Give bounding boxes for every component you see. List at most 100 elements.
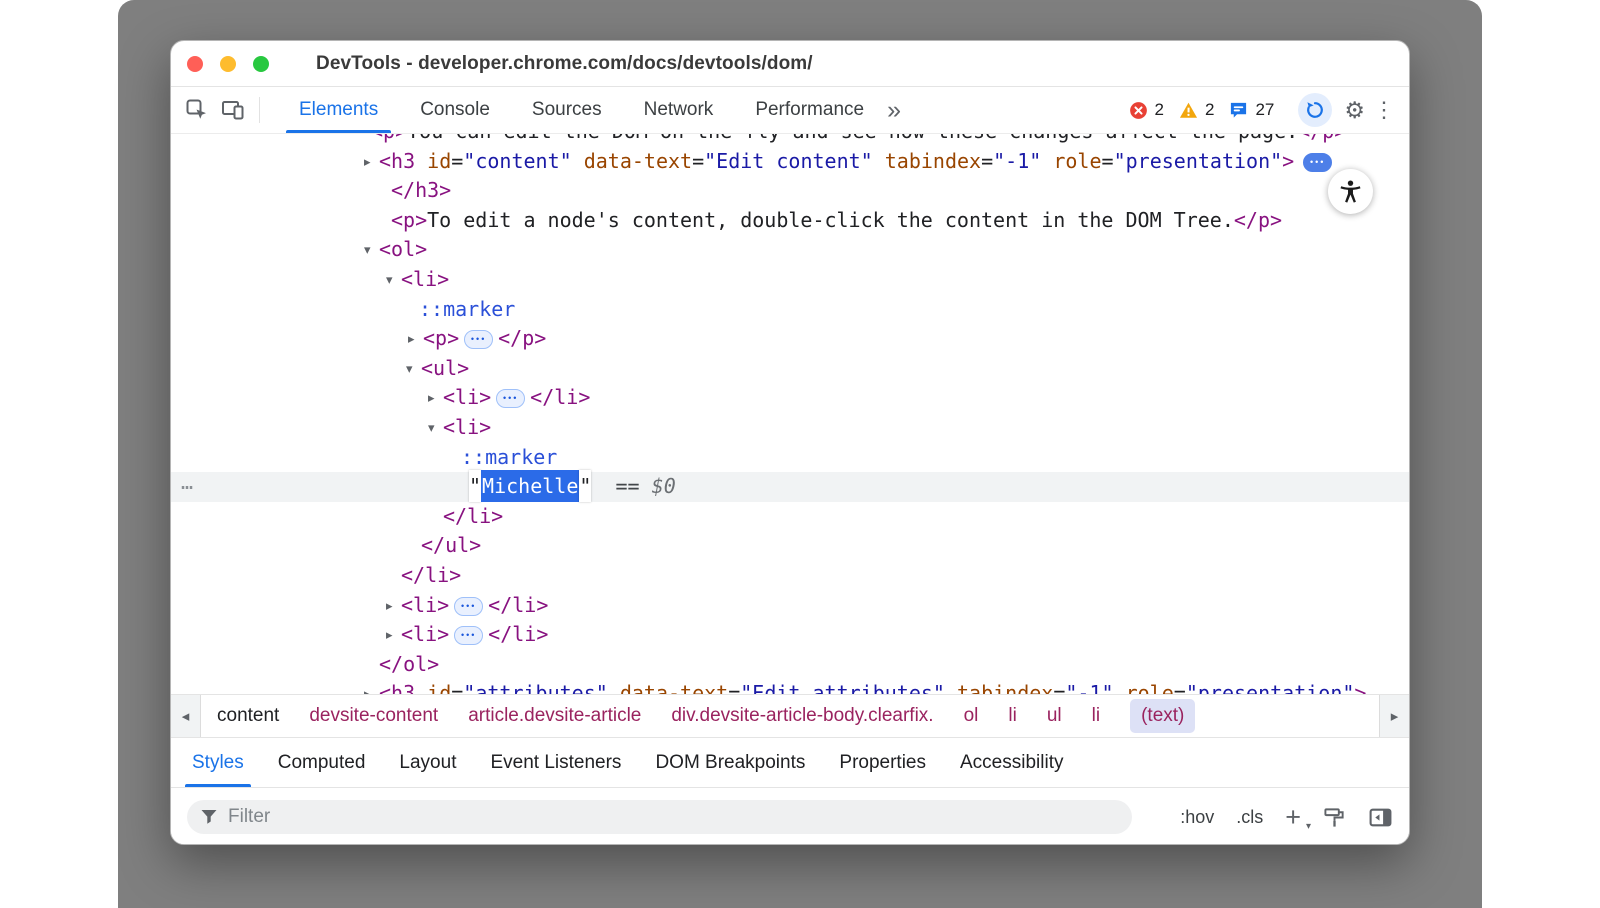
- filter-funnel-icon: [199, 807, 219, 827]
- dom-row-4[interactable]: ▾<ol>: [171, 235, 1409, 265]
- breadcrumb-scroll-right-button[interactable]: ▸: [1379, 695, 1409, 737]
- dom-row-15[interactable]: </li>: [171, 561, 1409, 591]
- tab-network[interactable]: Network: [623, 87, 735, 133]
- crumb-ul[interactable]: ul: [1047, 705, 1062, 727]
- tree-expand-arrow-icon[interactable]: ▸: [428, 383, 443, 413]
- dom-row-8[interactable]: ▾<ul>: [171, 354, 1409, 384]
- tree-collapse-arrow-icon[interactable]: ▾: [406, 354, 421, 384]
- dom-row-3[interactable]: <p>To edit a node's content, double-clic…: [171, 206, 1409, 236]
- dom-row-18[interactable]: </ol>: [171, 650, 1409, 680]
- tree-expand-arrow-icon[interactable]: ▸: [386, 591, 401, 621]
- minimize-button[interactable]: [220, 56, 236, 72]
- ellipsis-expand-icon[interactable]: •••: [454, 597, 483, 616]
- accessibility-overlay-button[interactable]: [1328, 169, 1373, 214]
- warning-icon[interactable]: [1179, 101, 1198, 120]
- element-classes-button[interactable]: .cls: [1236, 807, 1263, 828]
- sidebar-tab-dom-breakpoints[interactable]: DOM Breakpoints: [638, 738, 822, 787]
- dom-row-16[interactable]: ▸<li>•••</li>: [171, 591, 1409, 621]
- code-sel[interactable]: Michelle: [481, 470, 579, 502]
- crumb-article-devsite-article[interactable]: article.devsite-article: [468, 705, 641, 727]
- ellipsis-expand-icon[interactable]: •••: [1303, 153, 1332, 172]
- sidebar-tab-properties[interactable]: Properties: [822, 738, 943, 787]
- dom-row-2[interactable]: </h3>: [171, 176, 1409, 206]
- code-tag: >: [1282, 149, 1294, 173]
- code-tag: <li>: [443, 415, 491, 439]
- error-icon[interactable]: [1129, 101, 1148, 120]
- issues-icon[interactable]: [1229, 101, 1248, 120]
- issues-count[interactable]: 27: [1255, 100, 1274, 120]
- code-txt: To edit a node's content, double-click t…: [427, 208, 1234, 232]
- dom-row-10[interactable]: ▾<li>: [171, 413, 1409, 443]
- error-count[interactable]: 2: [1155, 100, 1164, 120]
- row-gutter-dots-icon[interactable]: …: [181, 468, 195, 498]
- dom-row-14[interactable]: </ul>: [171, 531, 1409, 561]
- dom-row-7[interactable]: ▸<p>•••</p>: [171, 324, 1409, 354]
- code-tag: </li>: [443, 504, 503, 528]
- crumb-li[interactable]: li: [1008, 705, 1016, 727]
- tab-elements[interactable]: Elements: [278, 87, 399, 133]
- tree-expand-arrow-icon[interactable]: ▸: [386, 620, 401, 650]
- close-button[interactable]: [187, 56, 203, 72]
- crumb-li[interactable]: li: [1092, 705, 1100, 727]
- crumb-text[interactable]: (text): [1130, 699, 1195, 733]
- caret-down-icon: ▾: [1306, 822, 1311, 832]
- dom-row-19[interactable]: ▸<h3 id="attributes" data-text="Edit att…: [171, 679, 1409, 694]
- sidebar-tab-computed[interactable]: Computed: [261, 738, 383, 787]
- code-attr: data-text: [608, 681, 728, 694]
- filter-placeholder: Filter: [228, 806, 270, 828]
- sidebar-tab-event-listeners[interactable]: Event Listeners: [473, 738, 638, 787]
- toggle-element-state-button[interactable]: :hov: [1180, 807, 1214, 828]
- sync-button[interactable]: [1298, 93, 1332, 127]
- tab-console[interactable]: Console: [399, 87, 511, 133]
- ellipsis-expand-icon[interactable]: •••: [496, 389, 525, 408]
- crumb-div-devsite-article-body-clearfix[interactable]: div.devsite-article-body.clearfix.: [671, 705, 933, 727]
- dom-row-11[interactable]: ::marker: [171, 443, 1409, 473]
- more-tabs-button[interactable]: »: [887, 98, 901, 123]
- dom-row-12[interactable]: …"Michelle" == $0: [171, 472, 1409, 502]
- new-style-rule-button[interactable]: +▾: [1285, 804, 1301, 831]
- code-attr: id: [415, 681, 451, 694]
- dom-row-0[interactable]: <p>You can edit the DOM on the fly and s…: [171, 134, 1409, 147]
- ellipsis-expand-icon[interactable]: •••: [464, 330, 493, 349]
- tree-expand-arrow-icon[interactable]: ▸: [364, 679, 379, 694]
- paint-roller-button[interactable]: [1323, 806, 1346, 829]
- tab-sources[interactable]: Sources: [511, 87, 623, 133]
- tab-performance[interactable]: Performance: [734, 87, 885, 133]
- sidebar-tab-styles[interactable]: Styles: [175, 738, 261, 787]
- tree-expand-arrow-icon[interactable]: ▸: [364, 147, 379, 177]
- ellipsis-expand-icon[interactable]: •••: [454, 626, 483, 645]
- menu-button[interactable]: ⋮: [1373, 99, 1395, 121]
- code-tag: <h3: [379, 149, 415, 173]
- dom-row-6[interactable]: ::marker: [171, 295, 1409, 325]
- dom-tree-panel: <p>You can edit the DOM on the fly and s…: [171, 134, 1409, 694]
- paint-roller-icon: [1323, 806, 1346, 829]
- sidebar-tab-accessibility[interactable]: Accessibility: [943, 738, 1080, 787]
- zoom-button[interactable]: [253, 56, 269, 72]
- tree-collapse-arrow-icon[interactable]: ▾: [386, 265, 401, 295]
- code-pn: =: [1102, 149, 1114, 173]
- code-tag: </p>: [1234, 208, 1282, 232]
- code-boxtxt: ": [579, 470, 591, 502]
- crumb-ol[interactable]: ol: [964, 705, 979, 727]
- breadcrumb-scroll-left-button[interactable]: ◂: [171, 695, 201, 737]
- dom-row-1[interactable]: ▸<h3 id="content" data-text="Edit conten…: [171, 147, 1409, 177]
- warning-count[interactable]: 2: [1205, 100, 1214, 120]
- sidebar-tab-layout[interactable]: Layout: [382, 738, 473, 787]
- dom-row-9[interactable]: ▸<li>•••</li>: [171, 383, 1409, 413]
- filter-input[interactable]: Filter: [187, 800, 1132, 834]
- device-toolbar-button[interactable]: [215, 92, 251, 128]
- inspect-element-button[interactable]: [179, 92, 215, 128]
- toggle-sidebar-button[interactable]: [1368, 805, 1393, 830]
- code-boxtxt: ": [469, 470, 481, 502]
- tree-collapse-arrow-icon[interactable]: ▾: [428, 413, 443, 443]
- crumb-content[interactable]: content: [217, 705, 279, 727]
- dom-row-17[interactable]: ▸<li>•••</li>: [171, 620, 1409, 650]
- settings-button[interactable]: ⚙: [1344, 99, 1365, 122]
- toolbar-divider: [259, 97, 260, 123]
- tree-collapse-arrow-icon[interactable]: ▾: [364, 235, 379, 265]
- crumb-devsite-content[interactable]: devsite-content: [309, 705, 438, 727]
- tree-expand-arrow-icon[interactable]: ▸: [408, 324, 423, 354]
- dom-row-13[interactable]: </li>: [171, 502, 1409, 532]
- dom-row-5[interactable]: ▾<li>: [171, 265, 1409, 295]
- code-tag: <ol>: [379, 237, 427, 261]
